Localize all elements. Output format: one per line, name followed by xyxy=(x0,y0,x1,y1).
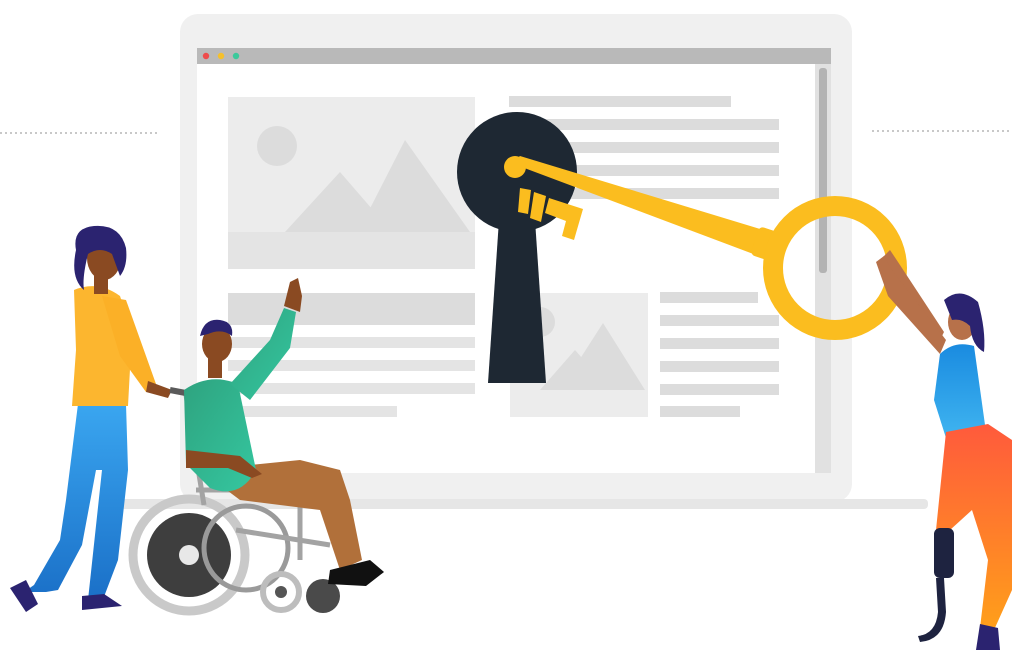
woman-right-figure xyxy=(876,250,1012,650)
browser-bar xyxy=(197,48,831,64)
accessibility-illustration xyxy=(0,14,1012,650)
window-dot-yellow xyxy=(217,52,225,60)
image-placeholder-icon xyxy=(228,97,475,269)
window-dot-red xyxy=(202,52,210,60)
window-dot-green xyxy=(232,52,240,60)
